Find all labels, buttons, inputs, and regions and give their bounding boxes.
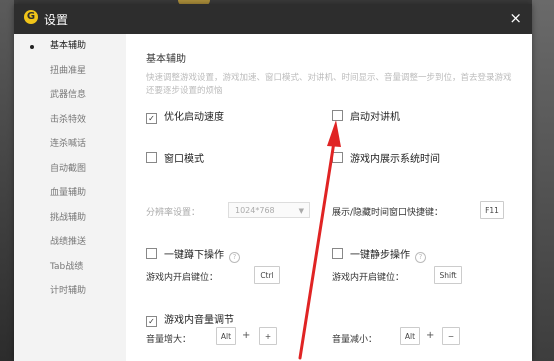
mute-hotkey-input[interactable]: Shift — [434, 266, 462, 284]
squat-checkbox[interactable]: 一键蹲下操作? — [146, 246, 240, 263]
game-background-left — [0, 0, 14, 361]
chevron-down-icon: ▼ — [298, 207, 304, 215]
plus-sign: + — [426, 330, 435, 341]
checkbox-unchecked-icon — [332, 152, 343, 163]
sidebar-item-killstreak-shout[interactable]: 连杀喊话 — [14, 132, 126, 157]
window-mode-label: 窗口模式 — [164, 154, 204, 165]
settings-window: G 设置 × 基本辅助 扭曲准星 武器信息 击杀特效 连杀喊话 自动截图 血量辅… — [14, 4, 532, 361]
section-title: 基本辅助 — [146, 54, 186, 65]
squat-label: 一键蹲下操作 — [164, 250, 224, 261]
volume-up-key1[interactable]: Alt — [216, 327, 236, 345]
volume-down-label: 音量减小： — [332, 335, 378, 345]
title-bar: G 设置 × — [14, 4, 532, 34]
settings-sidebar: 基本辅助 扭曲准星 武器信息 击杀特效 连杀喊话 自动截图 血量辅助 挑战辅助 … — [14, 34, 126, 361]
show-time-label: 游戏内展示系统时间 — [350, 154, 440, 165]
sidebar-item-timer-assist[interactable]: 计时辅助 — [14, 279, 126, 304]
checkbox-unchecked-icon — [146, 248, 157, 259]
sidebar-item-auto-screenshot[interactable]: 自动截图 — [14, 157, 126, 182]
resolution-select[interactable]: 1024*768 ▼ — [228, 202, 310, 218]
resolution-label: 分辨率设置： — [146, 208, 201, 218]
window-mode-checkbox[interactable]: 窗口模式 — [146, 150, 204, 165]
checkbox-checked-icon: ✓ — [146, 113, 157, 124]
checkbox-unchecked-icon — [146, 152, 157, 163]
mute-step-label: 一键静步操作 — [350, 250, 410, 261]
time-hotkey-input[interactable]: F11 — [480, 201, 504, 219]
sidebar-item-challenge-assist[interactable]: 挑战辅助 — [14, 206, 126, 231]
walkie-talkie-checkbox[interactable]: 启动对讲机 — [332, 108, 400, 123]
window-title: 设置 — [44, 13, 69, 27]
volume-down-key2[interactable]: − — [442, 327, 460, 345]
close-button[interactable]: × — [509, 9, 522, 27]
settings-content: 基本辅助 快速调整游戏设置，游戏加速、窗口模式、对讲机、时间显示、音量调整一步到… — [126, 34, 532, 361]
section-description: 快速调整游戏设置，游戏加速、窗口模式、对讲机、时间显示、音量调整一步到位，首去登… — [146, 73, 512, 96]
show-time-checkbox[interactable]: 游戏内展示系统时间 — [332, 150, 440, 165]
sidebar-item-health-assist[interactable]: 血量辅助 — [14, 181, 126, 206]
volume-label: 游戏内音量调节 — [164, 315, 234, 326]
app-logo-icon: G — [24, 10, 38, 24]
game-background-right — [532, 0, 554, 361]
optimize-speed-checkbox[interactable]: ✓ 优化启动速度 — [146, 108, 224, 124]
optimize-speed-label: 优化启动速度 — [164, 112, 224, 123]
help-icon[interactable]: ? — [229, 252, 240, 263]
sidebar-item-tab-record[interactable]: Tab战绩 — [14, 255, 126, 280]
checkbox-unchecked-icon — [332, 110, 343, 121]
mute-step-checkbox[interactable]: 一键静步操作? — [332, 246, 426, 263]
sidebar-item-record-push[interactable]: 战绩推送 — [14, 230, 126, 255]
checkbox-checked-icon: ✓ — [146, 316, 157, 327]
sidebar-item-crosshair[interactable]: 扭曲准星 — [14, 59, 126, 84]
mute-hotkey-label: 游戏内开启键位： — [332, 273, 405, 283]
sidebar-item-weapon-info[interactable]: 武器信息 — [14, 83, 126, 108]
help-icon[interactable]: ? — [415, 252, 426, 263]
volume-checkbox[interactable]: ✓ 游戏内音量调节 — [146, 311, 234, 327]
volume-up-label: 音量增大： — [146, 335, 192, 345]
sidebar-item-kill-effect[interactable]: 击杀特效 — [14, 108, 126, 133]
resolution-value: 1024*768 — [235, 206, 275, 215]
walkie-talkie-label: 启动对讲机 — [350, 112, 400, 123]
sidebar-item-basic-assist[interactable]: 基本辅助 — [14, 34, 126, 59]
checkbox-unchecked-icon — [332, 248, 343, 259]
time-hotkey-label: 展示/隐藏时间窗口快捷键： — [332, 208, 444, 218]
volume-up-key2[interactable]: + — [259, 327, 277, 345]
squat-hotkey-input[interactable]: Ctrl — [254, 266, 280, 284]
squat-hotkey-label: 游戏内开启键位： — [146, 273, 219, 283]
volume-down-key1[interactable]: Alt — [400, 327, 420, 345]
plus-sign: + — [242, 330, 251, 341]
